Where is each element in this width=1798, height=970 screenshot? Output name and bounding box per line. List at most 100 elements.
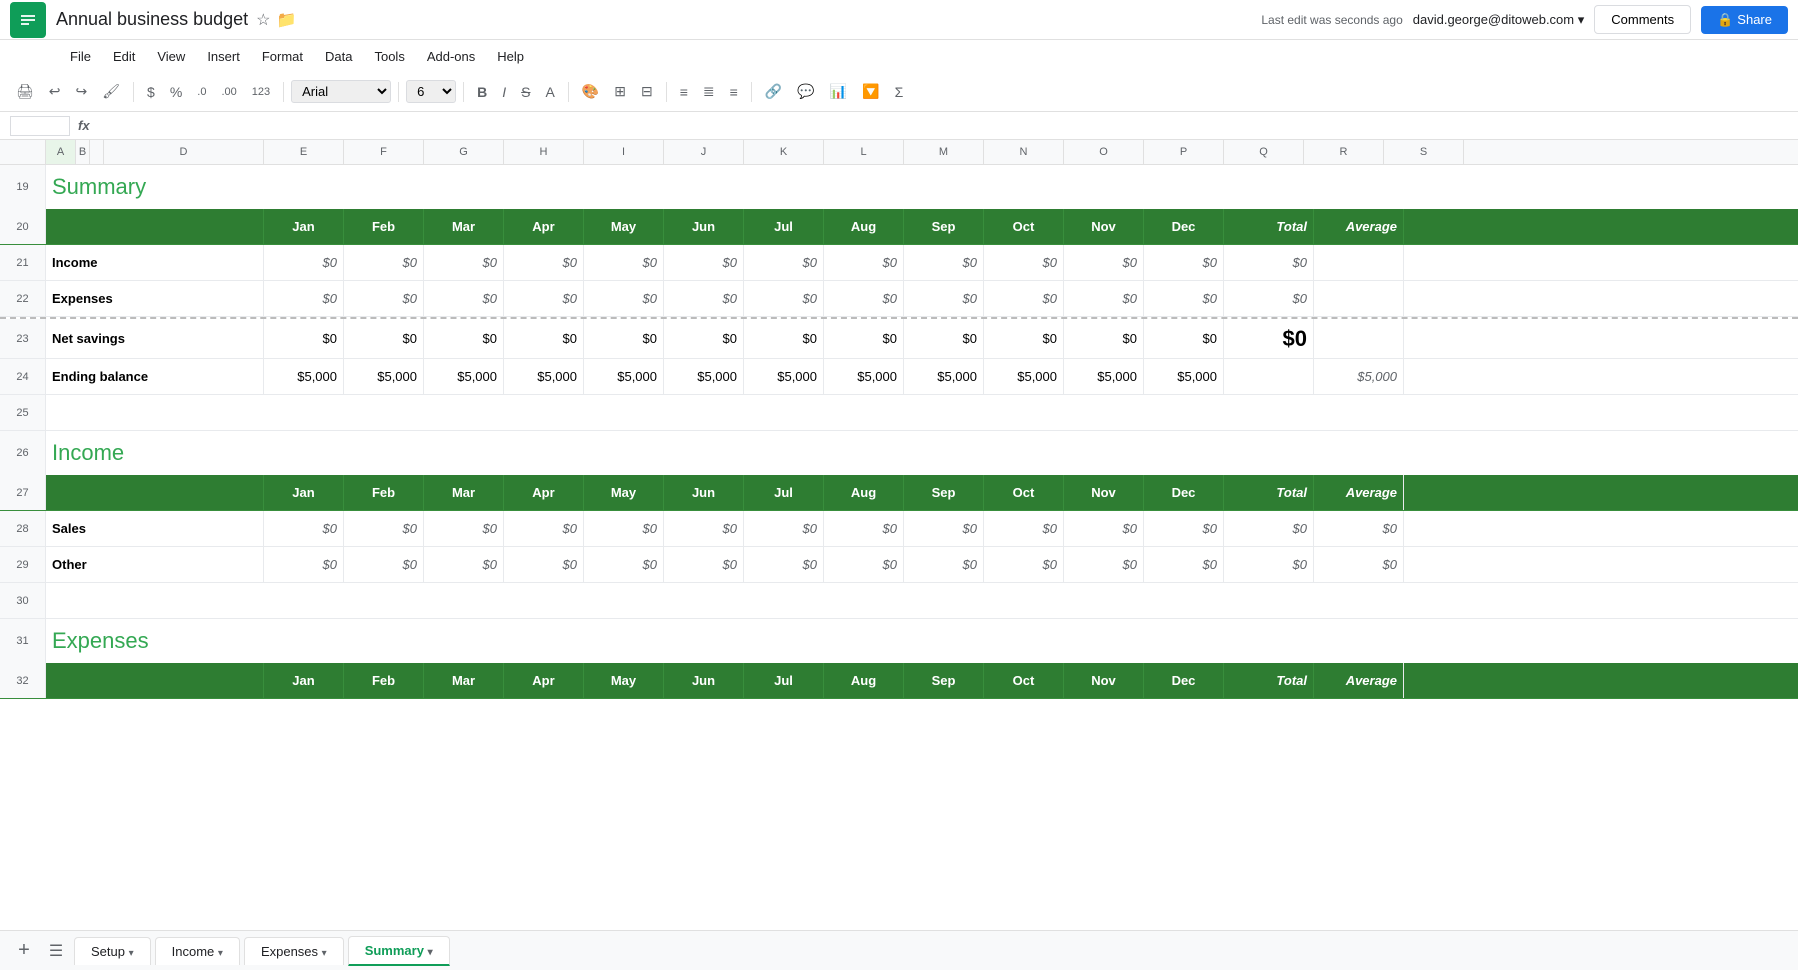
cell-29-aug[interactable]: $0 bbox=[824, 547, 904, 582]
cell-22-aug[interactable]: $0 bbox=[824, 281, 904, 316]
cell-22-dec[interactable]: $0 bbox=[1144, 281, 1224, 316]
cell-19-label[interactable]: Summary bbox=[46, 165, 264, 209]
menu-help[interactable]: Help bbox=[487, 45, 534, 68]
cell-22-nov[interactable]: $0 bbox=[1064, 281, 1144, 316]
align-center-button[interactable]: ≣ bbox=[697, 79, 721, 104]
align-left-button[interactable]: ≡ bbox=[674, 80, 694, 104]
formula-input[interactable] bbox=[98, 118, 1788, 133]
link-button[interactable]: 🔗 bbox=[759, 79, 788, 104]
percent-button[interactable]: % bbox=[164, 80, 188, 104]
menu-edit[interactable]: Edit bbox=[103, 45, 145, 68]
cell-29-jan[interactable]: $0 bbox=[264, 547, 344, 582]
cell-24-avg[interactable]: $5,000 bbox=[1314, 359, 1404, 394]
col-I[interactable]: I bbox=[584, 140, 664, 164]
cell-23-mar[interactable]: $0 bbox=[424, 319, 504, 358]
col-R[interactable]: R bbox=[1304, 140, 1384, 164]
doc-title[interactable]: Annual business budget bbox=[56, 9, 248, 30]
cell-22-avg[interactable] bbox=[1314, 281, 1404, 316]
col-M[interactable]: M bbox=[904, 140, 984, 164]
tab-income[interactable]: Income ▾ bbox=[155, 937, 240, 965]
cell-reference[interactable] bbox=[10, 116, 70, 136]
tab-summary[interactable]: Summary ▾ bbox=[348, 936, 450, 966]
folder-icon[interactable]: 📁 bbox=[277, 10, 297, 30]
cell-23-jan[interactable]: $0 bbox=[264, 319, 344, 358]
redo-button[interactable]: ↪ bbox=[70, 79, 94, 104]
undo-button[interactable]: ↩ bbox=[43, 79, 67, 104]
cell-24-oct[interactable]: $5,000 bbox=[984, 359, 1064, 394]
tab-expenses[interactable]: Expenses ▾ bbox=[244, 937, 344, 965]
menu-view[interactable]: View bbox=[147, 45, 195, 68]
cell-29-apr[interactable]: $0 bbox=[504, 547, 584, 582]
cell-21-jan[interactable]: $0 bbox=[264, 245, 344, 280]
cell-21-feb[interactable]: $0 bbox=[344, 245, 424, 280]
cell-24-may[interactable]: $5,000 bbox=[584, 359, 664, 394]
cell-24-dec[interactable]: $5,000 bbox=[1144, 359, 1224, 394]
format-123-button[interactable]: 123 bbox=[246, 82, 276, 102]
col-E[interactable]: E bbox=[264, 140, 344, 164]
menu-tools[interactable]: Tools bbox=[364, 45, 414, 68]
cell-29-sep[interactable]: $0 bbox=[904, 547, 984, 582]
cell-29-oct[interactable]: $0 bbox=[984, 547, 1064, 582]
cell-28-nov[interactable]: $0 bbox=[1064, 511, 1144, 546]
cell-28-total[interactable]: $0 bbox=[1224, 511, 1314, 546]
cell-28-mar[interactable]: $0 bbox=[424, 511, 504, 546]
cell-21-jul[interactable]: $0 bbox=[744, 245, 824, 280]
cell-23-oct[interactable]: $0 bbox=[984, 319, 1064, 358]
cell-29-avg[interactable]: $0 bbox=[1314, 547, 1404, 582]
col-H[interactable]: H bbox=[504, 140, 584, 164]
align-right-button[interactable]: ≡ bbox=[724, 80, 744, 104]
cell-29-may[interactable]: $0 bbox=[584, 547, 664, 582]
merge-button[interactable]: ⊟ bbox=[635, 79, 659, 104]
col-S[interactable]: S bbox=[1384, 140, 1464, 164]
menu-data[interactable]: Data bbox=[315, 45, 362, 68]
cell-22-jan[interactable]: $0 bbox=[264, 281, 344, 316]
cell-21-total[interactable]: $0 bbox=[1224, 245, 1314, 280]
col-C[interactable] bbox=[90, 140, 104, 164]
cell-29-label[interactable]: Other bbox=[46, 547, 264, 582]
cell-23-may[interactable]: $0 bbox=[584, 319, 664, 358]
cell-22-total[interactable]: $0 bbox=[1224, 281, 1314, 316]
cell-22-sep[interactable]: $0 bbox=[904, 281, 984, 316]
decimal-dec-button[interactable]: .0 bbox=[191, 82, 212, 102]
menu-format[interactable]: Format bbox=[252, 45, 313, 68]
cell-28-oct[interactable]: $0 bbox=[984, 511, 1064, 546]
cell-23-sep[interactable]: $0 bbox=[904, 319, 984, 358]
cell-29-nov[interactable]: $0 bbox=[1064, 547, 1144, 582]
cell-22-label[interactable]: Expenses bbox=[46, 281, 264, 316]
font-color-button[interactable]: A bbox=[539, 80, 560, 104]
cell-24-jan[interactable]: $5,000 bbox=[264, 359, 344, 394]
col-Q[interactable]: Q bbox=[1224, 140, 1304, 164]
col-O[interactable]: O bbox=[1064, 140, 1144, 164]
cell-22-mar[interactable]: $0 bbox=[424, 281, 504, 316]
cell-23-aug[interactable]: $0 bbox=[824, 319, 904, 358]
cell-28-jul[interactable]: $0 bbox=[744, 511, 824, 546]
cell-24-sep[interactable]: $5,000 bbox=[904, 359, 984, 394]
col-L[interactable]: L bbox=[824, 140, 904, 164]
bold-button[interactable]: B bbox=[471, 80, 493, 104]
cell-23-jun[interactable]: $0 bbox=[664, 319, 744, 358]
menu-file[interactable]: File bbox=[60, 45, 101, 68]
cell-21-label[interactable]: Income bbox=[46, 245, 264, 280]
cell-21-jun[interactable]: $0 bbox=[664, 245, 744, 280]
comments-button[interactable]: Comments bbox=[1594, 5, 1691, 34]
col-P[interactable]: P bbox=[1144, 140, 1224, 164]
cell-21-oct[interactable]: $0 bbox=[984, 245, 1064, 280]
cell-23-nov[interactable]: $0 bbox=[1064, 319, 1144, 358]
cell-21-avg[interactable] bbox=[1314, 245, 1404, 280]
col-D[interactable]: D bbox=[104, 140, 264, 164]
cell-23-jul[interactable]: $0 bbox=[744, 319, 824, 358]
col-G[interactable]: G bbox=[424, 140, 504, 164]
cell-23-feb[interactable]: $0 bbox=[344, 319, 424, 358]
cell-24-mar[interactable]: $5,000 bbox=[424, 359, 504, 394]
cell-28-dec[interactable]: $0 bbox=[1144, 511, 1224, 546]
cell-24-feb[interactable]: $5,000 bbox=[344, 359, 424, 394]
col-F[interactable]: F bbox=[344, 140, 424, 164]
share-button[interactable]: 🔒 Share bbox=[1701, 6, 1788, 34]
cell-21-apr[interactable]: $0 bbox=[504, 245, 584, 280]
cell-21-may[interactable]: $0 bbox=[584, 245, 664, 280]
cell-24-label[interactable]: Ending balance bbox=[46, 359, 264, 394]
cell-22-feb[interactable]: $0 bbox=[344, 281, 424, 316]
user-email[interactable]: david.george@ditoweb.com ▾ bbox=[1413, 12, 1584, 28]
star-icon[interactable]: ☆ bbox=[256, 10, 270, 30]
cell-24-nov[interactable]: $5,000 bbox=[1064, 359, 1144, 394]
